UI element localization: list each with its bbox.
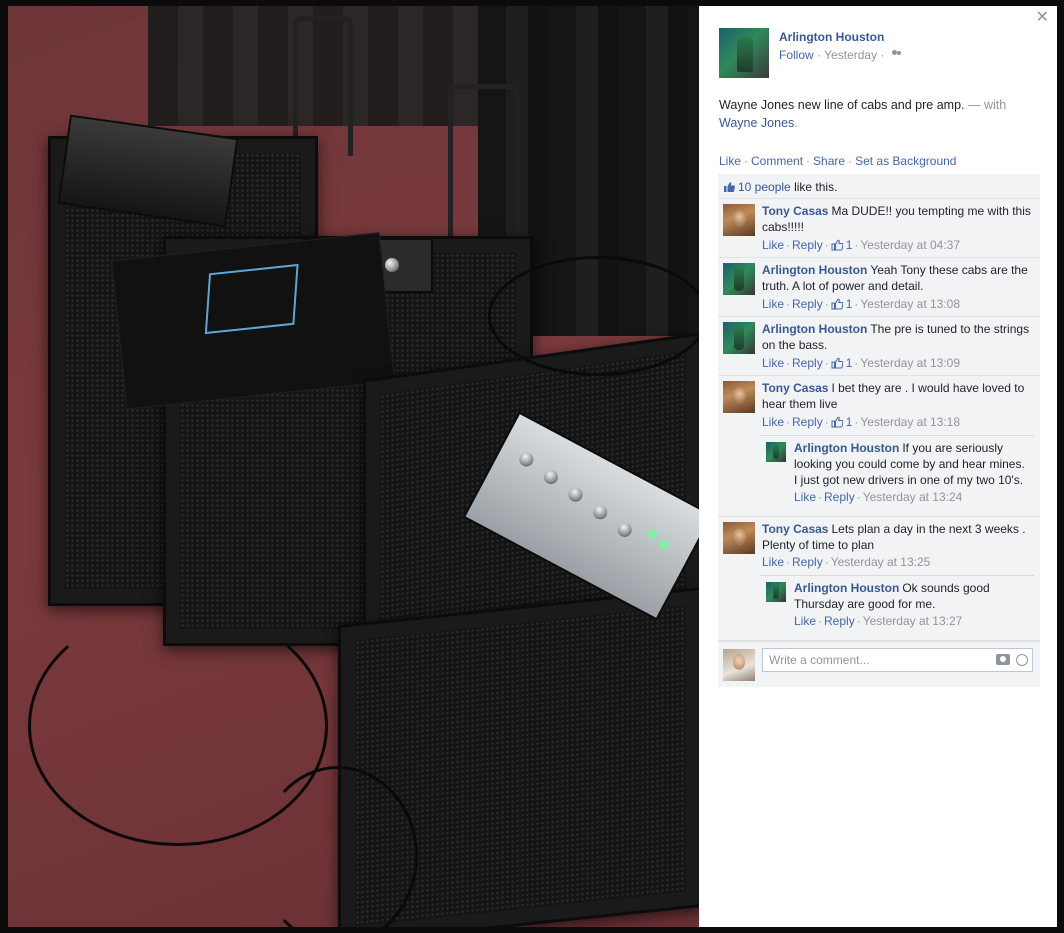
comment-like-count[interactable]: 1: [846, 238, 853, 252]
comment-like-count[interactable]: 1: [846, 297, 853, 311]
comment-reply-link[interactable]: Reply: [824, 490, 855, 504]
commenter-avatar[interactable]: [766, 442, 786, 462]
author-avatar[interactable]: [719, 28, 769, 78]
commenter-name[interactable]: Tony Casas: [762, 204, 828, 218]
commenter-name[interactable]: Arlington Houston: [762, 322, 867, 336]
comment-input[interactable]: Write a comment...: [762, 648, 1033, 672]
commenter-avatar[interactable]: [723, 522, 755, 554]
cab-handle: [448, 84, 520, 244]
post-caption: Wayne Jones new line of cabs and pre amp…: [719, 98, 1007, 130]
comment-item: Tony Casas Lets plan a day in the next 3 …: [718, 517, 1040, 641]
commenter-avatar[interactable]: [723, 263, 755, 295]
emoji-icon[interactable]: [1016, 654, 1028, 666]
comment-like-link[interactable]: Like: [794, 614, 816, 628]
reply-item: Arlington Houston Ok sounds good Thursday…: [760, 575, 1034, 632]
close-icon[interactable]: ✕: [1036, 10, 1049, 26]
comment-item: Tony Casas I bet they are . I would have …: [718, 376, 1040, 517]
comment-item: Arlington Houston Yeah Tony these cabs ar…: [718, 258, 1040, 317]
like-thumb-icon: [831, 239, 843, 251]
camera-icon[interactable]: [996, 654, 1010, 665]
like-thumb-icon: [831, 298, 843, 310]
follow-link[interactable]: Follow: [779, 48, 814, 62]
set-background-link[interactable]: Set as Background: [855, 154, 956, 168]
comment-like-link[interactable]: Like: [794, 490, 816, 504]
post-header: Arlington Houston Follow · Yesterday ·: [719, 28, 1039, 80]
comment-like-link[interactable]: Like: [762, 555, 784, 569]
tagged-person-link[interactable]: Wayne Jones: [719, 116, 794, 130]
like-thumb-icon: [831, 416, 843, 428]
comment-reply-link[interactable]: Reply: [792, 238, 823, 252]
comment-time[interactable]: Yesterday at 13:18: [860, 415, 960, 429]
cable: [488, 256, 699, 376]
current-user-avatar: [723, 649, 755, 681]
commenter-name[interactable]: Arlington Houston: [762, 263, 867, 277]
comment-reply-link[interactable]: Reply: [792, 415, 823, 429]
logo-cover: [110, 232, 396, 410]
cab-handle: [293, 16, 353, 156]
comment-time[interactable]: Yesterday at 04:37: [860, 238, 960, 252]
commenter-avatar[interactable]: [766, 582, 786, 602]
comment-time[interactable]: Yesterday at 13:08: [860, 297, 960, 311]
comment-like-count[interactable]: 1: [846, 415, 853, 429]
share-link[interactable]: Share: [813, 154, 845, 168]
commenter-name[interactable]: Tony Casas: [762, 522, 828, 536]
commenter-avatar[interactable]: [723, 381, 755, 413]
reply-item: Arlington Houston If you are seriously lo…: [760, 435, 1034, 508]
comment-item: Arlington Houston The pre is tuned to the…: [718, 317, 1040, 376]
author-name[interactable]: Arlington Houston: [779, 30, 884, 44]
commenter-name[interactable]: Arlington Houston: [794, 581, 899, 595]
like-thumb-icon: [831, 357, 843, 369]
comment-link[interactable]: Comment: [751, 154, 803, 168]
feedback-section: 10 people like this. Tony Casas Ma DUDE!!…: [718, 174, 1040, 687]
post-actions: Like · Comment · Share · Set as Background: [719, 154, 957, 168]
comment-item: Tony Casas Ma DUDE!! you tempting me with…: [718, 199, 1040, 258]
like-link[interactable]: Like: [719, 154, 741, 168]
comment-time[interactable]: Yesterday at 13:24: [863, 490, 963, 504]
comment-reply-link[interactable]: Reply: [792, 297, 823, 311]
comment-like-count[interactable]: 1: [846, 356, 853, 370]
post-photo[interactable]: [8, 6, 699, 927]
comment-like-link[interactable]: Like: [762, 356, 784, 370]
comment-time[interactable]: Yesterday at 13:27: [863, 614, 963, 628]
comment-reply-link[interactable]: Reply: [824, 614, 855, 628]
comment-reply-link[interactable]: Reply: [792, 356, 823, 370]
commenter-avatar[interactable]: [723, 204, 755, 236]
post-time[interactable]: Yesterday: [824, 48, 877, 62]
comment-like-link[interactable]: Like: [762, 415, 784, 429]
comment-time[interactable]: Yesterday at 13:25: [831, 555, 931, 569]
comment-reply-link[interactable]: Reply: [792, 555, 823, 569]
comment-like-link[interactable]: Like: [762, 297, 784, 311]
comment-time[interactable]: Yesterday at 13:09: [860, 356, 960, 370]
friends-icon[interactable]: [891, 50, 903, 60]
commenter-name[interactable]: Arlington Houston: [794, 441, 899, 455]
commenter-name[interactable]: Tony Casas: [762, 381, 828, 395]
commenter-avatar[interactable]: [723, 322, 755, 354]
comment-like-link[interactable]: Like: [762, 238, 784, 252]
likes-summary: 10 people like this.: [718, 174, 1040, 199]
post-meta: Follow · Yesterday ·: [779, 48, 903, 62]
likes-count-link[interactable]: 10 people: [738, 180, 791, 194]
like-thumb-icon: [723, 181, 735, 193]
post-side-panel: ✕ Arlington Houston Follow · Yesterday ·…: [699, 6, 1057, 927]
comment-composer: Write a comment...: [718, 641, 1040, 683]
